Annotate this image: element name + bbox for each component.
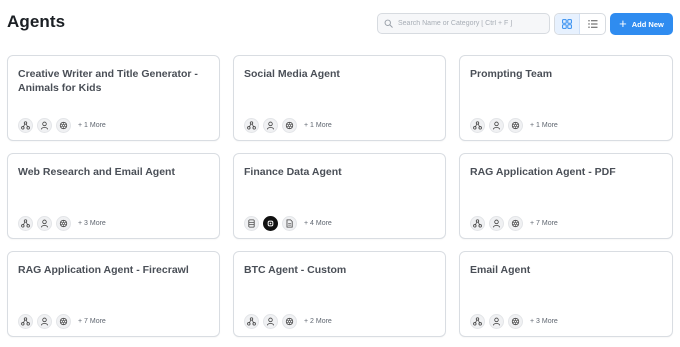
- agent-card[interactable]: Finance Data Agent + 4 More: [233, 153, 446, 239]
- more-count-badge: + 1 More: [530, 122, 558, 129]
- network-icon: [244, 314, 259, 329]
- agent-card-components: + 7 More: [470, 216, 558, 231]
- user-icon: [489, 118, 504, 133]
- openai-icon: [56, 216, 71, 231]
- user-icon: [37, 118, 52, 133]
- user-icon: [37, 314, 52, 329]
- agent-card[interactable]: BTC Agent - Custom + 2 More: [233, 251, 446, 337]
- agent-card-components: + 3 More: [18, 216, 106, 231]
- agent-card-title: RAG Application Agent - PDF: [470, 166, 616, 178]
- more-count-badge: + 7 More: [78, 318, 106, 325]
- agent-card-title: Email Agent: [470, 264, 531, 276]
- agent-card-components: + 1 More: [244, 118, 332, 133]
- network-icon: [18, 118, 33, 133]
- agents-page: Agents + Add New Creative Wr: [0, 0, 680, 347]
- agent-card-components: + 1 More: [18, 118, 106, 133]
- openai-icon: [56, 314, 71, 329]
- network-icon: [470, 216, 485, 231]
- plus-icon: +: [619, 16, 627, 31]
- network-icon: [470, 314, 485, 329]
- openai-icon: [508, 118, 523, 133]
- search-icon: [384, 19, 393, 28]
- network-icon: [244, 118, 259, 133]
- add-new-label: Add New: [631, 19, 664, 29]
- openai-icon: [508, 314, 523, 329]
- search-input[interactable]: [398, 20, 548, 27]
- more-count-badge: + 3 More: [530, 318, 558, 325]
- search-box[interactable]: [377, 13, 550, 34]
- agent-card-title: Creative Writer and Title Generator - An…: [18, 68, 198, 94]
- user-icon: [263, 314, 278, 329]
- more-count-badge: + 4 More: [304, 220, 332, 227]
- more-count-badge: + 7 More: [530, 220, 558, 227]
- agent-card-components: + 1 More: [470, 118, 558, 133]
- agent-card-components: + 3 More: [470, 314, 558, 329]
- page-title: Agents: [7, 12, 66, 31]
- agent-card[interactable]: Prompting Team + 1 More: [459, 55, 673, 141]
- agent-card-components: + 7 More: [18, 314, 106, 329]
- openai-icon: [282, 314, 297, 329]
- user-icon: [37, 216, 52, 231]
- agent-card-title: Social Media Agent: [244, 68, 340, 80]
- agent-card-components: + 2 More: [244, 314, 332, 329]
- agent-card[interactable]: Social Media Agent + 1 More: [233, 55, 446, 141]
- more-count-badge: + 1 More: [78, 122, 106, 129]
- agent-card[interactable]: RAG Application Agent - PDF + 7 More: [459, 153, 673, 239]
- agent-card-components: + 4 More: [244, 216, 332, 231]
- openai-icon: [508, 216, 523, 231]
- openai-icon: [56, 118, 71, 133]
- agent-card-title: BTC Agent - Custom: [244, 264, 347, 276]
- database-icon: [244, 216, 259, 231]
- more-count-badge: + 1 More: [304, 122, 332, 129]
- more-count-badge: + 2 More: [304, 318, 332, 325]
- grid-icon: [562, 19, 572, 29]
- openai-icon: [282, 118, 297, 133]
- agent-card-title: Web Research and Email Agent: [18, 166, 175, 178]
- agents-grid: Creative Writer and Title Generator - An…: [7, 55, 673, 337]
- network-icon: [18, 314, 33, 329]
- network-icon: [470, 118, 485, 133]
- app-logo-icon: [263, 216, 278, 231]
- network-icon: [18, 216, 33, 231]
- user-icon: [489, 216, 504, 231]
- user-icon: [263, 118, 278, 133]
- agent-card[interactable]: RAG Application Agent - Firecrawl + 7 Mo…: [7, 251, 220, 337]
- add-new-button[interactable]: + Add New: [610, 13, 673, 35]
- list-icon: [587, 20, 597, 28]
- agent-card-title: RAG Application Agent - Firecrawl: [18, 264, 189, 276]
- grid-view-button[interactable]: [555, 14, 581, 34]
- document-icon: [282, 216, 297, 231]
- list-view-button[interactable]: [580, 14, 605, 34]
- more-count-badge: + 3 More: [78, 220, 106, 227]
- user-icon: [489, 314, 504, 329]
- view-toggle: [554, 13, 606, 35]
- agent-card[interactable]: Email Agent + 3 More: [459, 251, 673, 337]
- agent-card-title: Prompting Team: [470, 68, 553, 80]
- agent-card[interactable]: Creative Writer and Title Generator - An…: [7, 55, 220, 141]
- agent-card-title: Finance Data Agent: [244, 166, 342, 178]
- agent-card[interactable]: Web Research and Email Agent + 3 More: [7, 153, 220, 239]
